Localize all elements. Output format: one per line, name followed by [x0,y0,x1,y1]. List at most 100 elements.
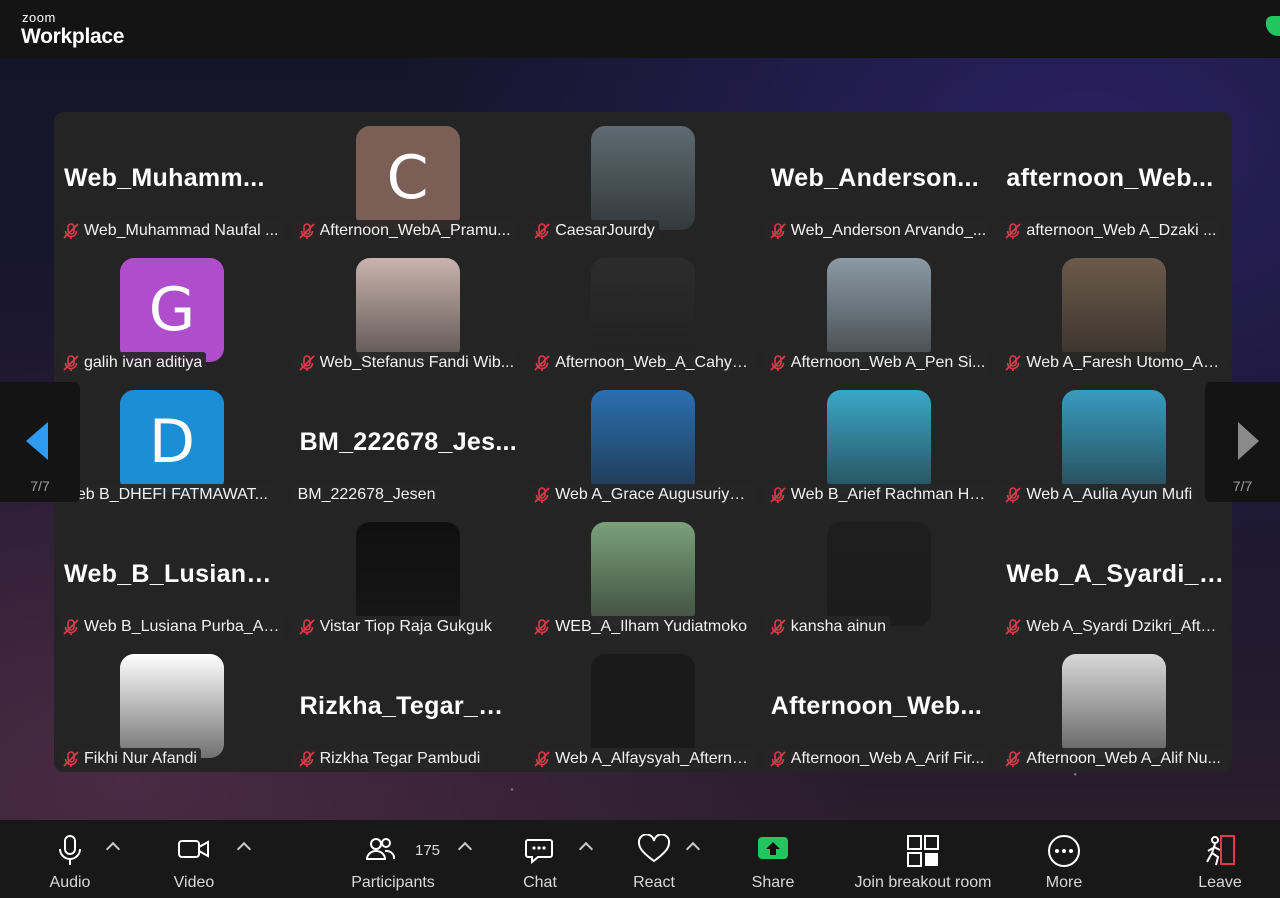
chat-label: Chat [523,874,557,891]
muted-microphone-icon [1005,355,1022,371]
participant-name: galih ivan aditiya [84,354,203,371]
participant-name-tag: WEB_A_Ilham Yudiatmoko [529,616,751,638]
muted-microphone-icon [770,619,786,635]
participant-name: CaesarJourdy [555,222,655,239]
participant-tile[interactable]: kansha ainun [761,508,997,640]
participant-tile[interactable]: Ggalih ivan aditiya [54,244,290,376]
participant-photo [591,390,696,494]
muted-microphone-icon [63,751,79,767]
participant-tile[interactable]: Web A_Faresh Utomo_Aft... [996,244,1232,376]
participant-name-tag: Web_Muhammad Naufal ... [58,220,283,242]
participant-tile[interactable]: Fikhi Nur Afandi [54,640,290,772]
participant-tile[interactable]: Afternoon_Web_A_Cahyo... [525,244,761,376]
participant-tile[interactable]: Afternoon_Web A_Alif Nu... [996,640,1232,772]
participant-photo [591,258,696,362]
participant-display-name: afternoon_Web... [1006,164,1214,192]
participants-button[interactable]: Participants [342,820,444,898]
participant-name: Web B_Arief Rachman Ha... [790,486,987,503]
arrow-right-icon [1238,422,1259,460]
participant-tile[interactable]: Web_Stefanus Fandi Wib... [290,244,526,376]
security-shield-icon[interactable] [1266,16,1280,36]
participant-initial-avatar: D [120,390,224,494]
leave-label: Leave [1198,874,1242,891]
share-button[interactable]: Share [738,820,808,898]
leave-button[interactable]: Leave [1192,820,1248,898]
participant-tile[interactable]: Vistar Tiop Raja Gukguk [290,508,526,640]
participant-tile[interactable]: Afternoon_Web... Afternoon_Web A_Arif Fir… [761,640,997,772]
participant-photo [1062,390,1167,494]
logo-text-small: zoom [22,10,56,25]
participant-tile[interactable]: D Web B_DHEFI FATMAWAT... [54,376,290,508]
more-options-icon [1048,835,1080,867]
participant-tile[interactable]: Web_B_Lusiana... Web B_Lusiana Purba_Aft.… [54,508,290,640]
chat-options-chevron-icon[interactable] [578,841,594,857]
participant-name: Rizkha Tegar Pambudi [319,750,481,767]
muted-microphone-icon [1005,751,1022,767]
participant-photo [1062,258,1167,362]
video-options-chevron-icon[interactable] [236,841,252,857]
participant-name: Afternoon_Web_A_Cahyo... [555,354,752,371]
muted-microphone-icon [1005,619,1022,635]
participant-photo [591,654,696,758]
participant-display-name: Web_Anderson... [770,164,980,192]
react-options-chevron-icon[interactable] [685,841,701,857]
participant-tile[interactable]: Web A_Grace Augusuriya... [525,376,761,508]
participant-tile[interactable]: BM_222678_Jes... BM_222678_Jesen [290,376,526,508]
participant-photo [826,258,931,362]
previous-page-button[interactable]: 7/7 [0,382,80,502]
logo-text-workplace: Workplace [21,25,125,48]
participant-tile[interactable]: Web A_Aulia Ayun Mufi [996,376,1232,508]
page-indicator-left: 7/7 [30,478,50,494]
participant-name: Web_Muhammad Naufal ... [84,222,279,239]
participant-tile[interactable]: Web A_Alfaysyah_Afterno... [525,640,761,772]
participant-name-tag: Afternoon_Web A_Alif Nu... [1000,748,1225,770]
muted-microphone-icon [1005,223,1022,239]
participant-tile[interactable]: C Afternoon_WebA_Pramu... [290,112,526,244]
participant-name: Web A_Syardi Dzikri_Afte... [1026,618,1223,635]
participant-tile[interactable]: WEB_A_Ilham Yudiatmoko [525,508,761,640]
video-button[interactable]: Video [155,820,233,898]
participant-name: Web_Stefanus Fandi Wib... [319,354,515,371]
participants-count: 175 [415,842,441,859]
video-label: Video [173,874,215,891]
next-page-button[interactable]: 7/7 [1205,382,1280,502]
muted-microphone-icon [534,619,550,635]
participant-name: Web A_Faresh Utomo_Aft... [1026,354,1223,371]
participants-options-chevron-icon[interactable] [457,841,473,857]
participant-name: Afternoon_Web A_Alif Nu... [1026,750,1221,767]
participant-tile[interactable]: Web_Anderson... Web_Anderson Arvando_... [761,112,997,244]
audio-button[interactable]: Audio [30,820,110,898]
muted-microphone-icon [298,619,315,635]
participant-name-tag: Web_Stefanus Fandi Wib... [293,352,519,374]
join-breakout-room-button[interactable]: Join breakout room [848,820,998,898]
participant-name-tag: Web B_Lusiana Purba_Aft... [58,616,284,638]
chat-button[interactable]: Chat [510,820,570,898]
participant-tile[interactable]: CaesarJourdy [525,112,761,244]
participant-name-tag: Afternoon_Web A_Arif Fir... [764,748,989,770]
participants-icon [365,838,395,860]
participant-tile[interactable]: Web_Muhamm... Web_Muhammad Naufal ... [54,112,290,244]
participant-tile[interactable]: Rizkha_Tegar_Pa... Rizkha Tegar Pambudi [290,640,526,772]
participant-name: kansha ainun [790,618,886,635]
more-button[interactable]: More [1036,820,1092,898]
participant-tile[interactable]: Web_A_Syardi_D... Web A_Syardi Dzikri_Aft… [996,508,1232,640]
participant-tile[interactable]: Web B_Arief Rachman Ha... [761,376,997,508]
page-indicator-right: 7/7 [1232,478,1253,494]
share-label: Share [751,874,795,891]
participant-initial-avatar: G [120,258,224,362]
participant-name-tag: afternoon_Web A_Dzaki ... [1000,220,1221,242]
participant-name-tag: Web A_Faresh Utomo_Aft... [1000,352,1227,374]
breakout-rooms-icon [907,835,939,867]
react-button[interactable]: React [622,820,686,898]
heart-icon [637,834,671,863]
participant-photo [591,522,696,626]
participant-name: Web_Anderson Arvando_... [790,222,987,239]
participant-tile[interactable]: Afternoon_Web A_Pen Si... [761,244,997,376]
participant-name: WEB_A_Ilham Yudiatmoko [555,618,747,635]
participant-name-tag: BM_222678_Jesen [293,484,440,506]
muted-microphone-icon [770,223,786,239]
participant-photo [120,654,224,758]
muted-microphone-icon [63,355,79,371]
participant-name: afternoon_Web A_Dzaki ... [1026,222,1217,239]
participant-tile[interactable]: afternoon_Web... afternoon_Web A_Dzaki ..… [996,112,1232,244]
